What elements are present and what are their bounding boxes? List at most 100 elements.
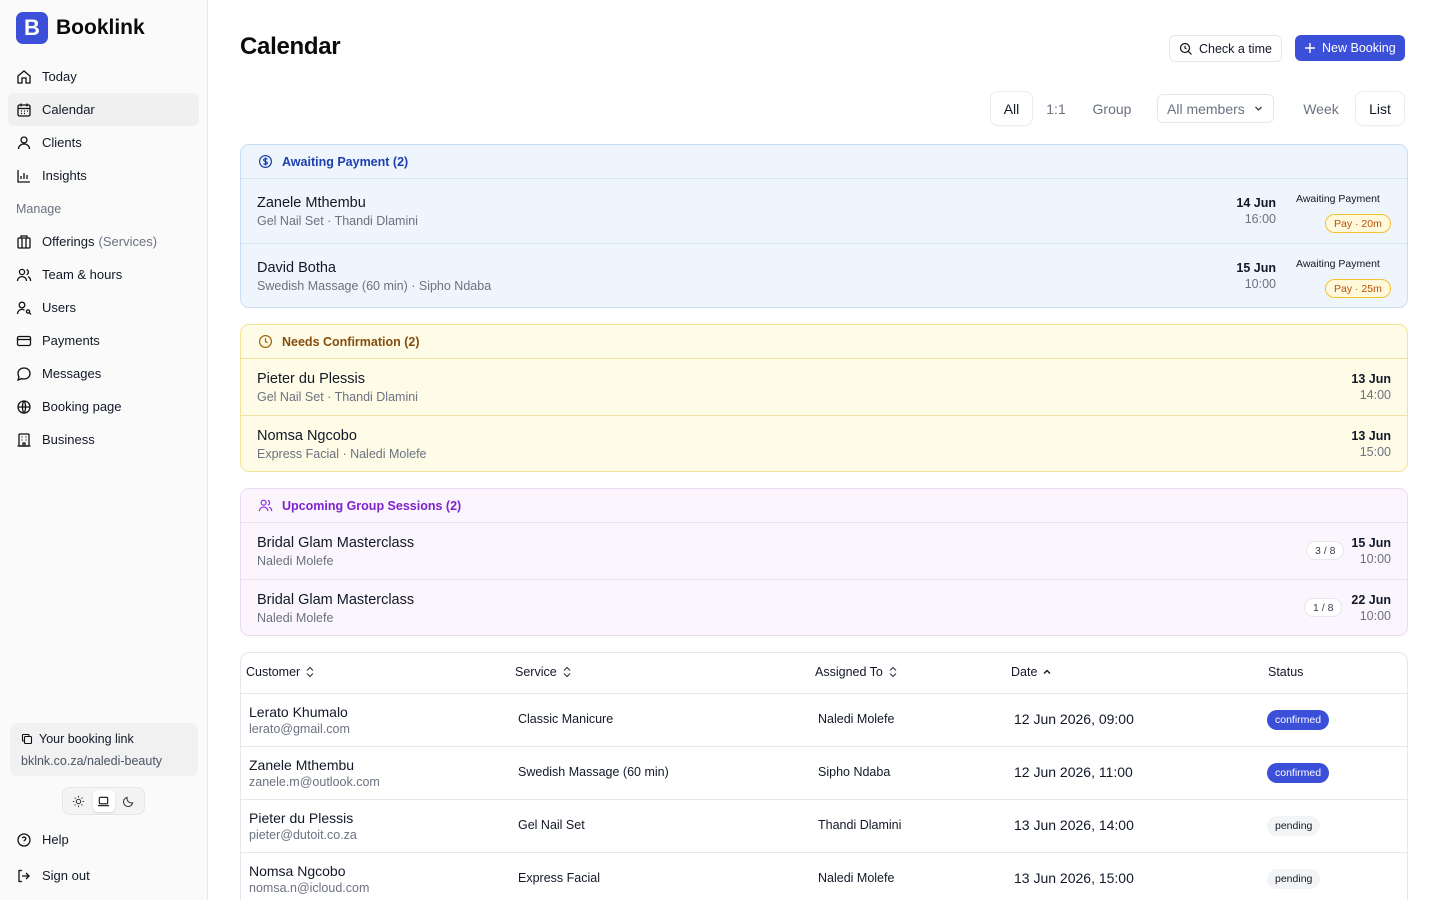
pay-timer-badge[interactable]: Pay · 25m — [1325, 279, 1391, 298]
column-header-service[interactable]: Service — [515, 665, 572, 679]
column-label: Customer — [246, 665, 301, 679]
chevron-down-icon — [1254, 106, 1262, 111]
calendar-icon — [17, 103, 31, 117]
column-header-date[interactable]: Date — [1011, 665, 1052, 679]
payment-status: Awaiting Payment — [1296, 193, 1380, 205]
session-date: 22 Jun — [1351, 593, 1391, 607]
member-select[interactable]: All members — [1157, 94, 1274, 123]
manage-section-title: Manage — [16, 201, 62, 216]
sidebar-item-signout[interactable]: Sign out — [8, 859, 199, 892]
awaiting-payment-header: Awaiting Payment (2) — [241, 145, 1407, 178]
group-sessions-panel: Upcoming Group Sessions (2) Bridal Glam … — [240, 488, 1408, 636]
sort-icon — [889, 666, 897, 678]
table-row[interactable]: Nomsa Ngcobo nomsa.n@icloud.com Express … — [241, 853, 1407, 900]
group-session-row[interactable]: Bridal Glam Masterclass Naledi Molefe 3 … — [241, 522, 1407, 579]
theme-light-button[interactable] — [68, 790, 90, 812]
sidebar-item-label: Sign out — [42, 868, 90, 883]
table-header: Customer Service Assigned To Date Status — [241, 653, 1407, 694]
column-header-assigned[interactable]: Assigned To — [815, 665, 898, 679]
sidebar-item-insights[interactable]: Insights — [8, 159, 199, 192]
booking-date: 13 Jun — [1351, 372, 1391, 386]
sidebar-item-team-hours[interactable]: Team & hours — [8, 258, 199, 291]
booking-link-url[interactable]: bklnk.co.za/naledi-beauty — [21, 754, 187, 768]
status-badge: pending — [1267, 816, 1321, 836]
table-row[interactable]: Pieter du Plessis pieter@dutoit.co.za Ge… — [241, 800, 1407, 853]
sidebar-item-offerings[interactable]: Offerings (Services) — [8, 225, 199, 258]
theme-dark-button[interactable] — [118, 790, 140, 812]
column-header-customer[interactable]: Customer — [246, 665, 315, 679]
offerings-suffix: (Services) — [98, 234, 158, 249]
sidebar-item-label: Team & hours — [42, 267, 123, 282]
main-content: Calendar Check a time New Booking All 1:… — [208, 0, 1440, 900]
column-label: Service — [515, 665, 557, 679]
session-host: Naledi Molefe — [257, 611, 334, 625]
awaiting-row[interactable]: David Botha Swedish Massage (60 min) · S… — [241, 243, 1407, 307]
status-badge: pending — [1267, 869, 1321, 889]
sidebar-item-business[interactable]: Business — [8, 423, 199, 456]
service-cell: Express Facial — [518, 871, 600, 885]
table-row[interactable]: Lerato Khumalo lerato@gmail.com Classic … — [241, 694, 1407, 747]
sidebar-item-users[interactable]: Users — [8, 291, 199, 324]
check-time-button[interactable]: Check a time — [1169, 35, 1282, 62]
needs-confirmation-panel: Needs Confirmation (2) Pieter du Plessis… — [240, 324, 1408, 472]
sidebar-item-booking-page[interactable]: Booking page — [8, 390, 199, 423]
app-logo[interactable]: B Booklink — [16, 12, 145, 44]
filter-tab-one-to-one[interactable]: 1:1 — [1040, 92, 1072, 125]
booking-time: 14:00 — [1359, 388, 1391, 402]
users-icon — [258, 499, 273, 512]
new-booking-label: New Booking — [1322, 41, 1396, 55]
group-session-row[interactable]: Bridal Glam Masterclass Naledi Molefe 1 … — [241, 579, 1407, 635]
column-label: Date — [1011, 665, 1038, 679]
theme-system-button[interactable] — [92, 790, 115, 812]
new-booking-button[interactable]: New Booking — [1295, 35, 1405, 61]
assigned-cell: Naledi Molefe — [818, 712, 895, 726]
table-row[interactable]: Zanele Mthembu zanele.m@outlook.com Swed… — [241, 747, 1407, 800]
app-name: Booklink — [56, 16, 145, 39]
sidebar-item-today[interactable]: Today — [8, 60, 199, 93]
sidebar-item-help[interactable]: Help — [8, 823, 199, 856]
office-icon — [17, 432, 31, 447]
client-name: Pieter du Plessis — [257, 371, 365, 387]
awaiting-payment-panel: Awaiting Payment (2) Zanele Mthembu Gel … — [240, 144, 1408, 308]
copy-icon[interactable] — [21, 733, 33, 745]
date-cell: 13 Jun 2026, 14:00 — [1014, 817, 1134, 833]
awaiting-payment-title: Awaiting Payment (2) — [282, 154, 409, 169]
sidebar-item-label: Today — [42, 69, 77, 84]
customer-name: Zanele Mthembu — [249, 757, 355, 773]
sidebar-item-label: Calendar — [42, 102, 95, 117]
booking-time: 16:00 — [1244, 212, 1276, 226]
globe-icon — [17, 399, 31, 414]
home-icon — [17, 69, 31, 84]
sidebar-item-messages[interactable]: Messages — [8, 357, 199, 390]
sidebar-item-label: Help — [42, 832, 69, 847]
filter-tab-all[interactable]: All — [991, 92, 1032, 125]
awaiting-row[interactable]: Zanele Mthembu Gel Nail Set · Thandi Dla… — [241, 178, 1407, 243]
user-icon — [17, 135, 31, 149]
needs-confirmation-title: Needs Confirmation (2) — [282, 334, 420, 349]
users-icon — [16, 268, 32, 281]
help-icon — [17, 832, 31, 847]
dollar-circle-icon — [258, 154, 273, 169]
sidebar-item-clients[interactable]: Clients — [8, 126, 199, 159]
attendee-count-badge: 3 / 8 — [1306, 541, 1345, 560]
booking-details: Express Facial · Naledi Molefe — [257, 447, 427, 461]
assigned-cell: Naledi Molefe — [818, 871, 895, 885]
confirmation-row[interactable]: Pieter du Plessis Gel Nail Set · Thandi … — [241, 358, 1407, 415]
booking-link-card[interactable]: Your booking link bklnk.co.za/naledi-bea… — [10, 723, 198, 776]
theme-switcher — [62, 787, 145, 815]
member-select-value: All members — [1167, 100, 1245, 117]
booking-time: 10:00 — [1244, 277, 1276, 291]
booking-date: 13 Jun — [1351, 429, 1391, 443]
sidebar-item-payments[interactable]: Payments — [8, 324, 199, 357]
customer-email: zanele.m@outlook.com — [249, 775, 380, 789]
bookings-table: Customer Service Assigned To Date Status… — [240, 652, 1408, 900]
pay-timer-badge[interactable]: Pay · 20m — [1325, 214, 1391, 233]
filter-tab-group[interactable]: Group — [1084, 92, 1140, 125]
confirmation-row[interactable]: Nomsa Ngcobo Express Facial · Naledi Mol… — [241, 415, 1407, 471]
sort-icon — [306, 666, 314, 678]
attendee-count-badge: 1 / 8 — [1304, 598, 1343, 617]
group-sessions-title: Upcoming Group Sessions (2) — [282, 498, 462, 513]
view-tab-list[interactable]: List — [1356, 92, 1404, 125]
view-tab-week[interactable]: Week — [1294, 92, 1348, 125]
sidebar-item-calendar[interactable]: Calendar — [8, 93, 199, 126]
